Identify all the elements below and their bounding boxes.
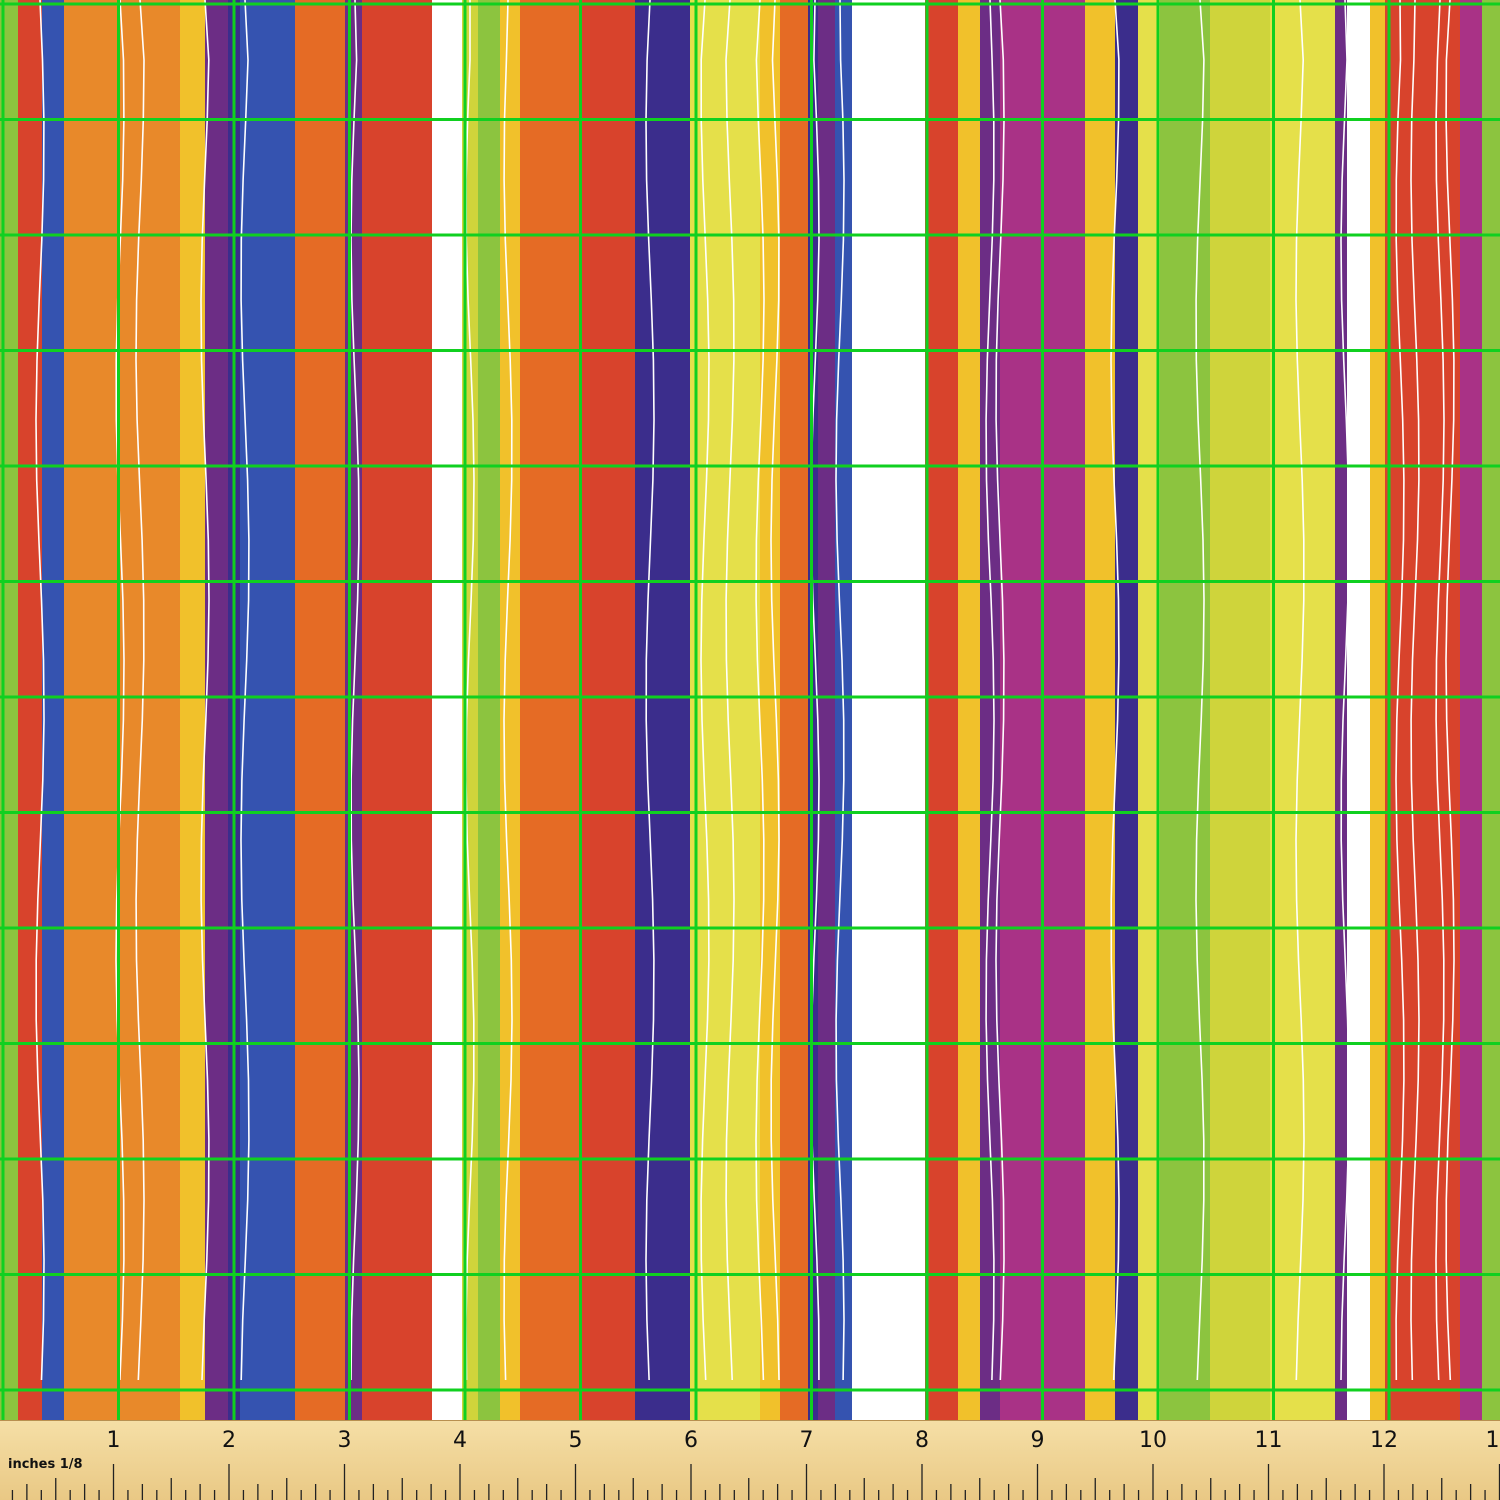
ruler-unit-label: inches 1/8: [8, 1457, 83, 1472]
ruler-number: 2: [222, 1428, 236, 1453]
fabric-stripe: [64, 0, 118, 1420]
fabric-stripe: [660, 0, 690, 1420]
ruler-number: 7: [799, 1428, 814, 1453]
fabric-stripe: [780, 0, 808, 1420]
fabric-stripe: [1160, 0, 1210, 1420]
fabric-stripe: [852, 0, 925, 1420]
ruler-number: 1: [106, 1428, 121, 1453]
fabric-stripe: [1370, 0, 1385, 1420]
fabric-stripe: [958, 0, 980, 1420]
fabric-stripe: [478, 0, 500, 1420]
ruler-number: 11: [1254, 1428, 1283, 1453]
ruler-number: 5: [568, 1428, 583, 1453]
fabric-stripe: [18, 0, 42, 1420]
ruler-number: 13: [1485, 1428, 1500, 1453]
fabric-stripe: [295, 0, 345, 1420]
fabric-stripe: [980, 0, 1000, 1420]
fabric-stripe: [42, 0, 64, 1420]
fabric-stripe: [118, 0, 180, 1420]
fabric-stripe: [580, 0, 635, 1420]
ruler-number: 4: [453, 1428, 467, 1453]
fabric-stripe: [240, 0, 295, 1420]
fabric-stripe: [362, 0, 432, 1420]
ruler-number: 8: [915, 1428, 929, 1453]
fabric-stripe: [925, 0, 958, 1420]
ruler-number: 9: [1030, 1428, 1045, 1453]
ruler-number: 10: [1139, 1428, 1167, 1453]
ruler-number: 6: [684, 1428, 698, 1453]
fabric-stripe: [1460, 0, 1482, 1420]
fabric-stripe: [760, 0, 780, 1420]
fabric-stripe: [1482, 0, 1500, 1420]
fabric-stripe: [500, 0, 520, 1420]
ruler-number: 12: [1370, 1428, 1398, 1453]
fabric-stripe: [818, 0, 835, 1420]
fabric-stripe: [520, 0, 580, 1420]
ruler-number: 3: [337, 1428, 352, 1453]
fabric-swatch: inches 1/8 12345678910111213: [0, 0, 1500, 1500]
striped-fabric-pattern: [0, 0, 1500, 1420]
fabric-stripe: [1210, 0, 1270, 1420]
fabric-stripe: [180, 0, 205, 1420]
fabric-stripe: [1085, 0, 1115, 1420]
fabric-stripe: [432, 0, 462, 1420]
fabric-stripe: [1347, 0, 1370, 1420]
